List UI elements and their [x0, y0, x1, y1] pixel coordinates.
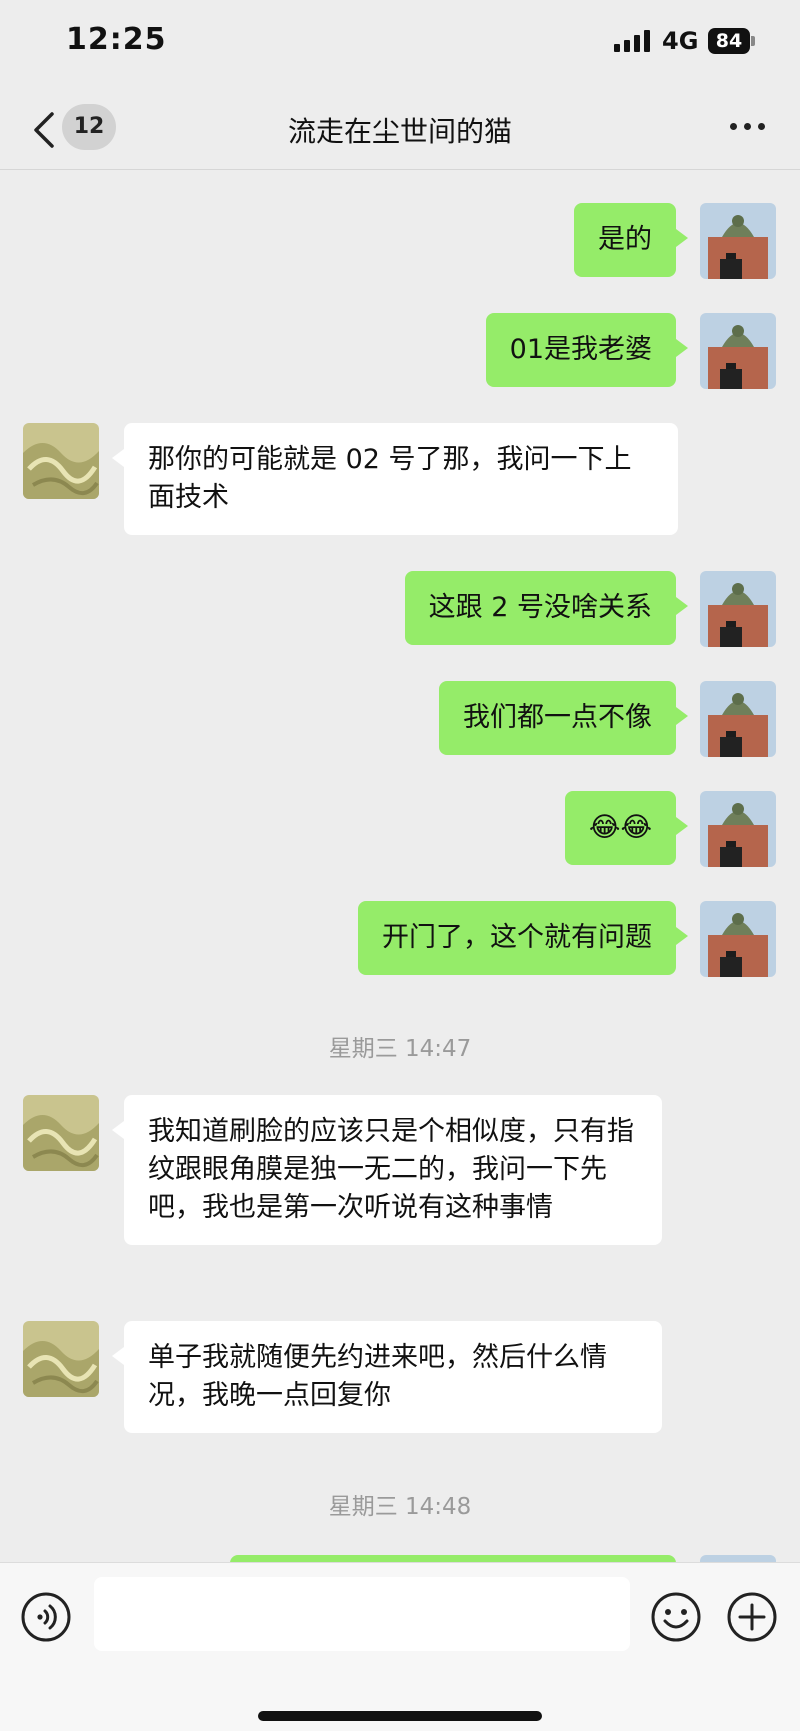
status-bar: 12:25 4G 84 — [0, 0, 800, 90]
chat-header: 12 流走在尘世间的猫 — [0, 90, 800, 170]
message-bubble-sent[interactable]: 这跟 2 号没啥关系 — [404, 571, 689, 645]
my-avatar[interactable] — [700, 571, 776, 647]
my-avatar[interactable] — [700, 203, 776, 279]
contact-avatar[interactable] — [23, 1321, 99, 1397]
message-bubble-sent-partial[interactable] — [230, 1555, 676, 1562]
emoji-icon[interactable] — [650, 1591, 702, 1643]
signal-icon — [614, 30, 652, 52]
more-icon[interactable] — [730, 123, 766, 133]
message-bubble-sent[interactable]: 我们都一点不像 — [439, 681, 688, 755]
my-avatar[interactable] — [700, 681, 776, 757]
contact-avatar[interactable] — [23, 1095, 99, 1171]
message-bubble-received[interactable]: 单子我就随便先约进来吧，然后什么情况，我晚一点回复你 — [112, 1321, 662, 1433]
my-avatar[interactable] — [700, 901, 776, 977]
message-bubble-sent[interactable]: 😂😂 — [564, 791, 689, 865]
message-input[interactable] — [94, 1577, 630, 1651]
message-bubble-received[interactable]: 我知道刷脸的应该只是个相似度，只有指纹跟眼角膜是独一无二的，我问一下先吧，我也是… — [112, 1095, 662, 1245]
message-bubble-sent[interactable]: 01是我老婆 — [485, 313, 689, 387]
contact-avatar[interactable] — [23, 423, 99, 499]
my-avatar[interactable] — [700, 313, 776, 389]
battery-cap — [751, 36, 755, 46]
message-bubble-received[interactable]: 那你的可能就是 02 号了那，我问一下上面技术 — [112, 423, 678, 535]
my-avatar[interactable] — [700, 791, 776, 867]
message-list: 是的 01是我老婆 那你的可能就是 02 号了那，我问一下上面技术 这跟 2 号… — [0, 171, 800, 1562]
status-time: 12:25 — [66, 22, 167, 57]
message-timestamp: 星期三 14:48 — [328, 1494, 472, 1520]
message-bubble-sent[interactable]: 是的 — [574, 203, 688, 277]
battery-icon: 84 — [708, 28, 750, 54]
plus-icon[interactable] — [726, 1591, 778, 1643]
my-avatar[interactable] — [700, 1555, 776, 1562]
message-bubble-sent[interactable]: 开门了，这个就有问题 — [358, 901, 688, 975]
message-timestamp: 星期三 14:47 — [328, 1036, 472, 1062]
chat-title: 流走在尘世间的猫 — [287, 115, 512, 148]
voice-icon[interactable] — [20, 1591, 72, 1643]
home-indicator — [258, 1711, 542, 1721]
input-bar — [0, 1562, 800, 1731]
network-type: 4G — [662, 27, 699, 55]
